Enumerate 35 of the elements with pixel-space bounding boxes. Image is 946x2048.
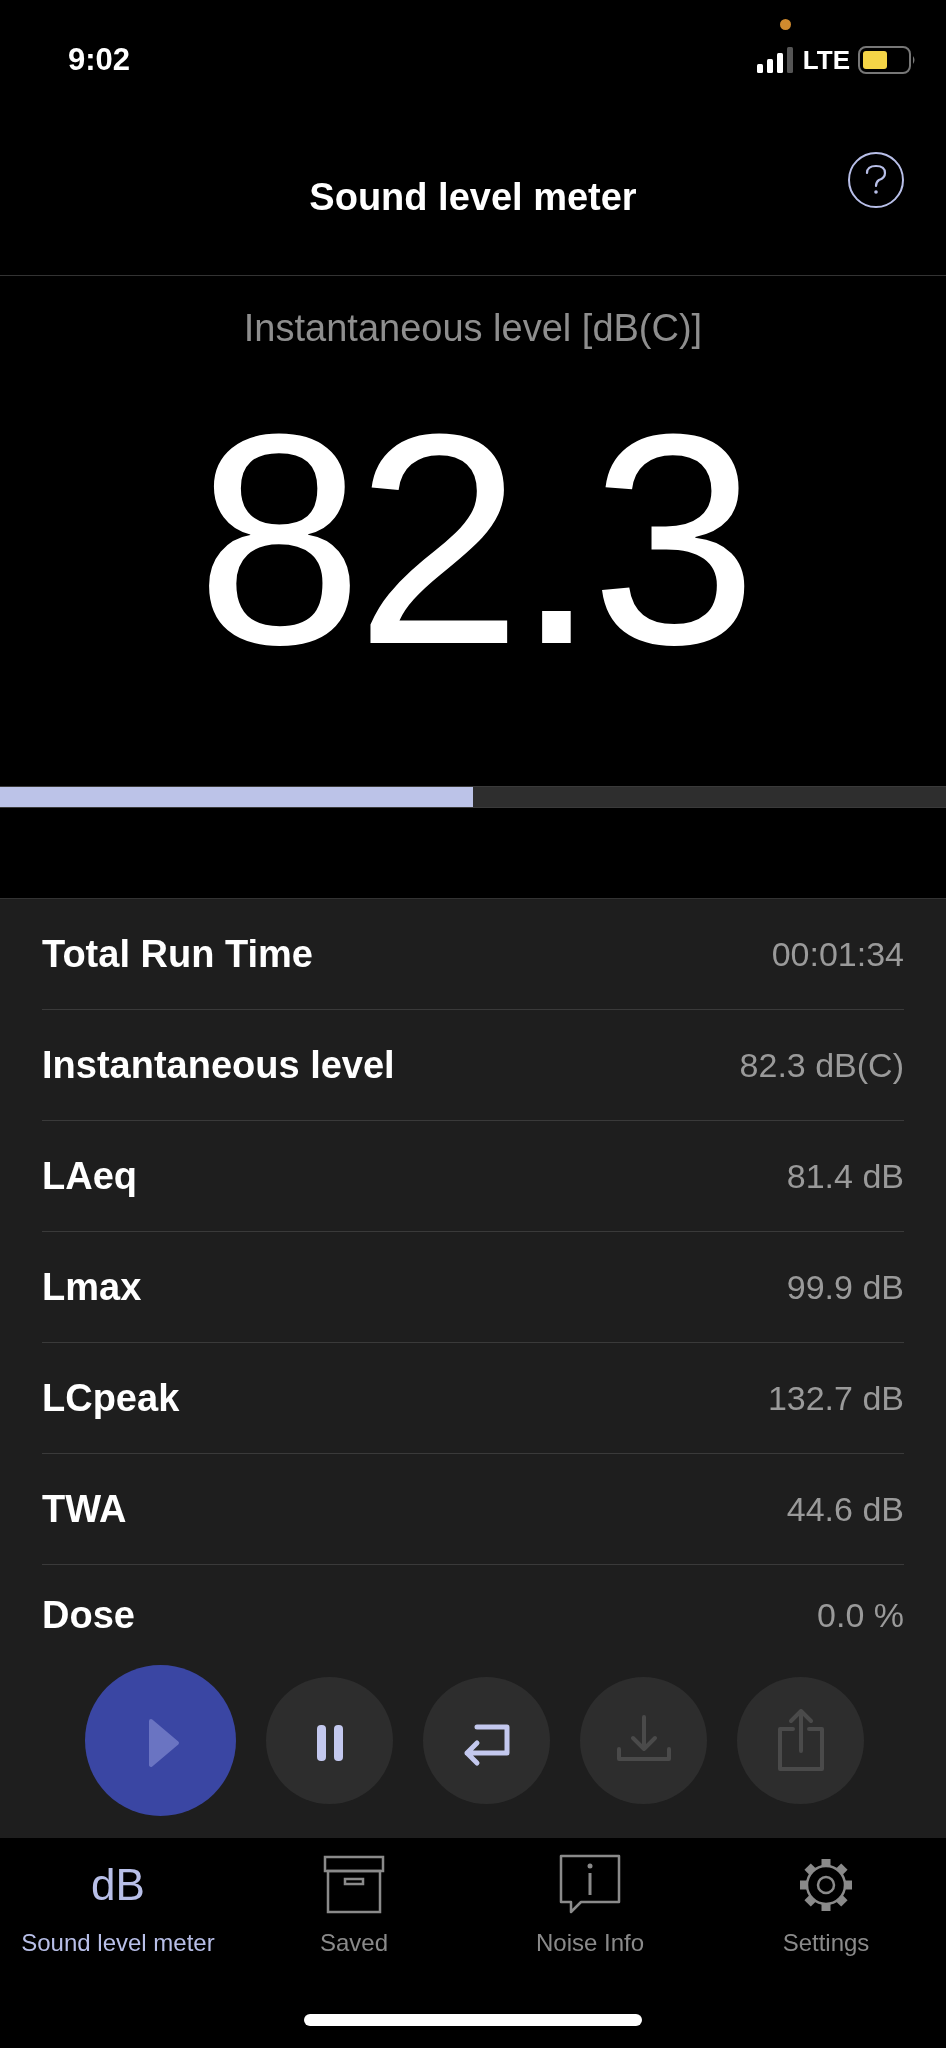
stat-value: 44.6 dB bbox=[786, 1488, 904, 1530]
tab[interactable]: Noise Info bbox=[472, 1838, 708, 1988]
stat-value: 81.4 dB bbox=[786, 1155, 904, 1197]
tab-label: Settings bbox=[782, 1928, 870, 1958]
tab-icon-text: dB bbox=[91, 1859, 145, 1911]
stat-value: 00:01:34 bbox=[771, 933, 904, 975]
status-time: 9:02 bbox=[68, 40, 131, 79]
stat-label: Lmax bbox=[42, 1264, 142, 1310]
tab-label: Sound level meter bbox=[21, 1928, 215, 1958]
archive-box-icon bbox=[323, 1855, 385, 1915]
stat-label: TWA bbox=[42, 1486, 127, 1532]
question-icon bbox=[865, 164, 887, 196]
tab[interactable]: dB Sound level meter bbox=[0, 1838, 236, 1988]
stat-value: 82.3 dB(C) bbox=[739, 1044, 904, 1086]
tab-label: Saved bbox=[319, 1928, 389, 1958]
tab-label: Noise Info bbox=[535, 1928, 645, 1958]
level-reading: 82.3 bbox=[196, 384, 750, 694]
screen-title: Sound level meter bbox=[309, 175, 637, 220]
network-label: LTE bbox=[802, 43, 850, 77]
stat-label: Dose bbox=[42, 1592, 135, 1638]
tab[interactable]: Saved bbox=[236, 1838, 472, 1988]
info-bubble-icon bbox=[559, 1854, 621, 1916]
stat-value: 99.9 dB bbox=[786, 1266, 904, 1308]
signal-icon bbox=[756, 47, 795, 73]
stat-label: LCpeak bbox=[42, 1375, 180, 1421]
privacy-indicator-icon bbox=[780, 19, 791, 30]
stat-label: Instantaneous level bbox=[42, 1042, 395, 1088]
meter-label: Instantaneous level [dB(C)] bbox=[243, 306, 703, 350]
stat-label: Total Run Time bbox=[42, 931, 313, 977]
stat-value: 0.0 % bbox=[817, 1594, 904, 1636]
stat-value: 132.7 dB bbox=[767, 1377, 904, 1419]
stat-label: LAeq bbox=[42, 1153, 137, 1199]
battery-icon bbox=[858, 46, 916, 74]
help-button[interactable] bbox=[848, 152, 904, 208]
tab[interactable]: Settings bbox=[708, 1838, 944, 1988]
